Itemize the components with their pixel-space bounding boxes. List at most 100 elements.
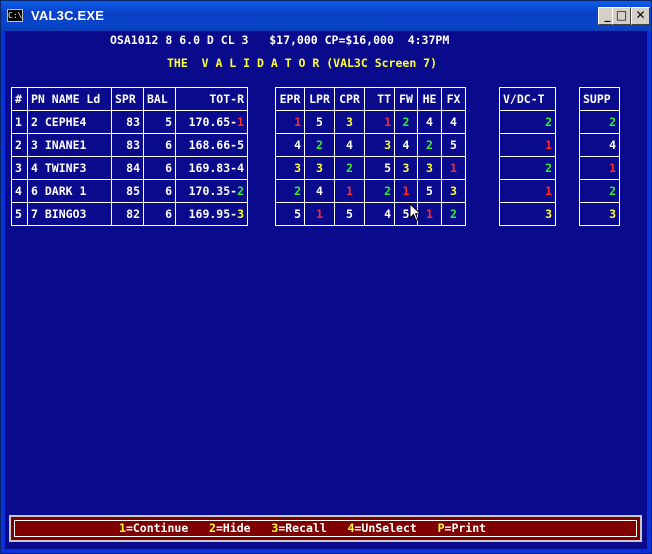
title-bar[interactable]: C:\ VAL3C.EXE _ □ ✕ — [1, 1, 651, 31]
col-header-fw: FW — [394, 87, 418, 111]
col-header-pn-name: PN NAME Ld — [27, 87, 112, 111]
epr-rank: 4 — [275, 133, 305, 157]
rank-row[interactable]: 1531244 — [275, 110, 466, 134]
bal-value: 6 — [143, 156, 176, 180]
col-header-num: # — [11, 87, 28, 111]
command-label: =Continue — [125, 521, 189, 535]
console-screen[interactable]: OSA1012 8 6.0 D CL 3 $17,000 CP=$16,000 … — [5, 31, 647, 549]
command-continue[interactable]: 1=Continue — [119, 521, 188, 535]
horse-name: DARK 1 — [44, 184, 87, 198]
bal-value: 6 — [143, 133, 176, 157]
program-name-cell: 7 BINGO3 — [27, 202, 112, 226]
tot-r-cell: 170.65-1 — [175, 110, 248, 134]
command-label: =Print — [444, 521, 487, 535]
cpr-rank: 4 — [334, 133, 365, 157]
status-line: OSA1012 8 6.0 D CL 3 $17,000 CP=$16,000 … — [110, 33, 450, 47]
rank-row[interactable]: 5154512 — [275, 202, 466, 226]
tot-value: 170.65- — [188, 115, 238, 129]
command-print[interactable]: P=Print — [438, 521, 486, 535]
horse-table: # PN NAME Ld SPR BAL TOT-R 12 CEPHE4 83 5 1… — [11, 87, 248, 226]
command-key: P — [437, 521, 445, 535]
vdc-row: 3 — [499, 202, 556, 226]
program-number: 7 — [31, 207, 38, 221]
supp-row: 3 — [579, 202, 620, 226]
he-rank: 3 — [417, 156, 442, 180]
vdc-row: 2 — [499, 156, 556, 180]
col-header-pn: PN — [31, 92, 45, 106]
cpr-rank: 3 — [334, 110, 365, 134]
tot-rank: 1 — [237, 115, 244, 129]
col-header-vdc: V/DC-T — [499, 87, 556, 111]
rank-row[interactable]: 4243425 — [275, 133, 466, 157]
table-row[interactable]: 12 CEPHE4 83 5 170.65-1 — [11, 110, 248, 134]
vdc-header-row: V/DC-T — [499, 87, 556, 111]
tot-rank: 2 — [237, 184, 244, 198]
fx-rank: 1 — [441, 156, 466, 180]
row-number: 1 — [11, 110, 28, 134]
vdc-value: 1 — [499, 179, 556, 203]
maximize-button[interactable]: □ — [612, 7, 631, 25]
vdc-row: 1 — [499, 133, 556, 157]
tot-value: 169.95- — [188, 207, 238, 221]
horse-name: CEPHE4 — [44, 115, 87, 129]
supp-value: 2 — [579, 110, 620, 134]
tot-rank: 5 — [237, 138, 244, 152]
screen-title: THE V A L I D A T O R (VAL3C Screen 7) — [167, 56, 438, 70]
vdc-table: V/DC-T 21213 — [499, 87, 556, 226]
fw-rank: 2 — [394, 110, 418, 134]
command-bar: 1=Continue 2=Hide 3=Recall 4=UnSelect P=… — [9, 515, 642, 542]
cpr-rank: 1 — [334, 179, 365, 203]
fx-rank: 2 — [441, 202, 466, 226]
supp-header-row: SUPP — [579, 87, 620, 111]
tot-r-cell: 168.66-5 — [175, 133, 248, 157]
cpr-rank: 5 — [334, 202, 365, 226]
spr-value: 83 — [111, 133, 144, 157]
col-header-epr: EPR — [275, 87, 305, 111]
tt-rank: 4 — [364, 202, 395, 226]
epr-rank: 5 — [275, 202, 305, 226]
vdc-value: 3 — [499, 202, 556, 226]
tt-rank: 1 — [364, 110, 395, 134]
command-recall[interactable]: 3=Recall — [271, 521, 326, 535]
rank-row[interactable]: 3325331 — [275, 156, 466, 180]
vdc-value: 2 — [499, 156, 556, 180]
tt-rank: 2 — [364, 179, 395, 203]
table-row[interactable]: 57 BINGO3 82 6 169.95-3 — [11, 202, 248, 226]
tot-value: 170.35- — [188, 184, 238, 198]
tot-rank: 4 — [237, 161, 244, 175]
row-number: 2 — [11, 133, 28, 157]
fx-rank: 3 — [441, 179, 466, 203]
close-button[interactable]: ✕ — [631, 7, 650, 25]
col-header-spr: SPR — [111, 87, 144, 111]
he-rank: 4 — [417, 110, 442, 134]
bal-value: 6 — [143, 179, 176, 203]
table-row[interactable]: 23 INANE1 83 6 168.66-5 — [11, 133, 248, 157]
tot-value: 168.66- — [188, 138, 238, 152]
command-hide[interactable]: 2=Hide — [209, 521, 251, 535]
program-name-cell: 4 TWINF3 — [27, 156, 112, 180]
program-number: 4 — [31, 161, 38, 175]
cpr-rank: 2 — [334, 156, 365, 180]
vdc-row: 1 — [499, 179, 556, 203]
command-unselect[interactable]: 4=UnSelect — [348, 521, 417, 535]
epr-rank: 2 — [275, 179, 305, 203]
table-row[interactable]: 34 TWINF3 84 6 169.83-4 — [11, 156, 248, 180]
tt-rank: 5 — [364, 156, 395, 180]
console-icon[interactable]: C:\ — [7, 9, 23, 22]
lpr-rank: 5 — [304, 110, 335, 134]
fw-rank: 1 — [394, 179, 418, 203]
vdc-value: 1 — [499, 133, 556, 157]
command-key: 2 — [209, 521, 216, 535]
lpr-rank: 3 — [304, 156, 335, 180]
table-row[interactable]: 46 DARK 1 85 6 170.35-2 — [11, 179, 248, 203]
spr-value: 84 — [111, 156, 144, 180]
rank-row[interactable]: 2412153 — [275, 179, 466, 203]
col-header-fx: FX — [441, 87, 466, 111]
col-header-name: NAME Ld — [51, 92, 101, 106]
supp-row: 1 — [579, 156, 620, 180]
fw-rank: 4 — [394, 133, 418, 157]
rank-table: EPR LPR CPR TT FW HE FX 1531244424342533… — [275, 87, 466, 226]
command-label: =Recall — [278, 521, 327, 535]
col-header-supp: SUPP — [579, 87, 620, 111]
supp-value: 4 — [579, 133, 620, 157]
